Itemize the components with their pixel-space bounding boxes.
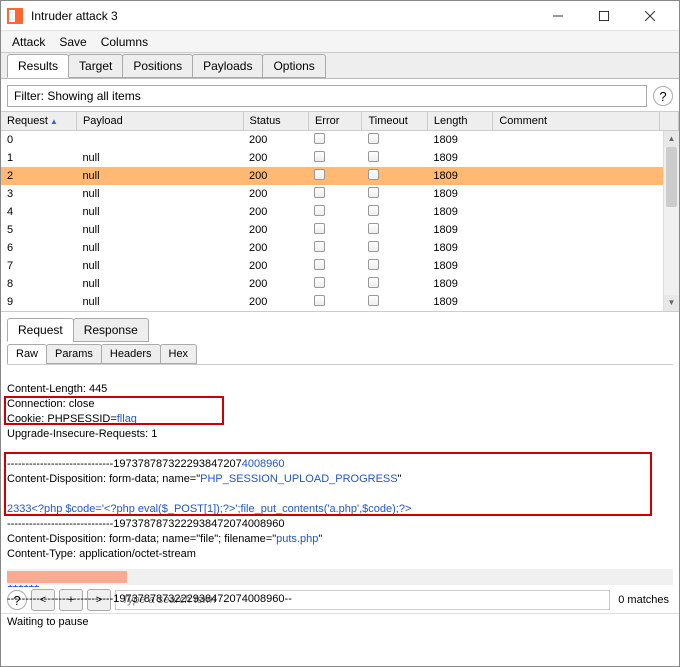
table-row[interactable]: 5null2001809 [1,221,679,239]
table-row[interactable]: 8null2001809 [1,275,679,293]
menu-bar: Attack Save Columns [1,31,679,53]
error-checkbox [314,187,325,198]
minimize-button[interactable] [535,2,581,30]
table-row[interactable]: 9null2001809 [1,293,679,311]
table-row[interactable]: 7null2001809 [1,257,679,275]
title-bar: Intruder attack 3 [1,1,679,31]
error-checkbox [314,241,325,252]
window-title: Intruder attack 3 [31,9,535,23]
col-status[interactable]: Status [243,112,308,131]
table-row[interactable]: 2null2001809 [1,167,679,185]
error-checkbox [314,169,325,180]
error-checkbox [314,277,325,288]
raw-request-view[interactable]: Content-Length: 445 Connection: close Co… [7,367,673,567]
request-response-tabs: Request Response [7,318,673,342]
col-request[interactable]: Request▲ [1,112,76,131]
menu-columns[interactable]: Columns [94,33,155,51]
col-length[interactable]: Length [427,112,492,131]
error-checkbox [314,295,325,306]
tab-headers[interactable]: Headers [101,344,161,364]
timeout-checkbox [368,151,379,162]
filter-box[interactable]: Filter: Showing all items [7,85,647,107]
status-bar: Waiting to pause [1,613,679,630]
tab-options[interactable]: Options [262,54,325,78]
raw-hscroll[interactable] [7,569,673,585]
tab-response[interactable]: Response [73,318,149,342]
error-checkbox [314,223,325,234]
col-error[interactable]: Error [308,112,362,131]
timeout-checkbox [368,223,379,234]
menu-attack[interactable]: Attack [5,33,52,51]
menu-save[interactable]: Save [52,33,93,51]
tab-positions[interactable]: Positions [122,54,193,78]
table-scrollbar[interactable]: ▲ ▼ [663,131,679,311]
maximize-button[interactable] [581,2,627,30]
tab-target[interactable]: Target [68,54,123,78]
timeout-checkbox [368,133,379,144]
tab-results[interactable]: Results [7,54,69,78]
timeout-checkbox [368,259,379,270]
col-comment[interactable]: Comment [493,112,660,131]
timeout-checkbox [368,277,379,288]
col-timeout[interactable]: Timeout [362,112,427,131]
help-button[interactable]: ? [653,86,673,106]
timeout-checkbox [368,187,379,198]
search-matches: 0 matches [614,594,673,606]
tab-request[interactable]: Request [7,318,74,342]
timeout-checkbox [368,169,379,180]
error-checkbox [314,133,325,144]
table-row[interactable]: 4null2001809 [1,203,679,221]
table-row[interactable]: 3null2001809 [1,185,679,203]
error-checkbox [314,259,325,270]
error-checkbox [314,151,325,162]
timeout-checkbox [368,205,379,216]
col-payload[interactable]: Payload [76,112,243,131]
app-icon [7,8,23,24]
table-row[interactable]: 6null2001809 [1,239,679,257]
table-row[interactable]: 02001809 [1,131,679,150]
main-tabs: Results Target Positions Payloads Option… [1,53,679,79]
scroll-down-icon[interactable]: ▼ [664,295,679,311]
timeout-checkbox [368,295,379,306]
close-button[interactable] [627,2,673,30]
tab-payloads[interactable]: Payloads [192,54,263,78]
table-row[interactable]: 1null2001809 [1,149,679,167]
tab-raw[interactable]: Raw [7,344,47,364]
tab-hex[interactable]: Hex [160,344,198,364]
view-tabs: Raw Params Headers Hex [7,344,673,365]
timeout-checkbox [368,241,379,252]
tab-params[interactable]: Params [46,344,102,364]
scroll-up-icon[interactable]: ▲ [664,131,679,147]
error-checkbox [314,205,325,216]
results-table: Request▲ Payload Status Error Timeout Le… [1,111,679,312]
sort-arrow-icon: ▲ [50,117,58,126]
